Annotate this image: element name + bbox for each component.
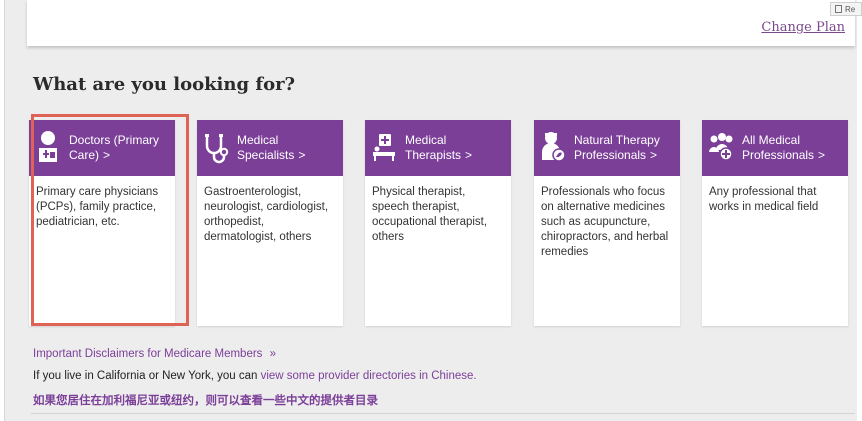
- card-title-line2: Specialists: [237, 148, 295, 162]
- section-heading: What are you looking for?: [33, 74, 296, 95]
- card-description: Professionals who focus on alternative m…: [541, 186, 669, 258]
- card-description: Physical therapist, speech therapist, oc…: [372, 186, 488, 243]
- chevron-right-icon: >: [650, 148, 658, 162]
- card-title-line1: Natural Therapy: [574, 133, 660, 147]
- card-title-line2: Care): [69, 148, 100, 162]
- california-new-york-notice: If you live in California or New York, y…: [33, 370, 477, 382]
- chevron-right-icon: >: [818, 148, 826, 162]
- card-title[interactable]: All Medical Professionals >: [742, 133, 842, 163]
- card-title-line1: All Medical: [742, 133, 801, 147]
- card-title-line1: Medical: [405, 133, 447, 147]
- chevron-right-icon: >: [298, 148, 306, 162]
- therapy-bed-icon: [373, 134, 395, 161]
- card-description: Any professional that works in medical f…: [709, 186, 819, 213]
- card-medical-therapists[interactable]: Medical Therapists > Physical therapist, …: [365, 120, 511, 326]
- card-title-line1: Doctors (Primary: [69, 133, 160, 147]
- plan-summary-card: Change Plan: [27, 0, 855, 46]
- card-title-line1: Medical: [237, 133, 279, 147]
- card-title[interactable]: Natural Therapy Professionals >: [574, 133, 674, 163]
- card-doctors-primary-care[interactable]: Doctors (Primary Care) > Primary care phy…: [29, 120, 175, 326]
- chevron-right-icon: >: [103, 148, 111, 162]
- chevron-right-icon: >: [465, 148, 473, 162]
- document-icon: [835, 5, 842, 13]
- page-frame: Change Plan What are you looking for? Do…: [4, 0, 857, 421]
- card-title[interactable]: Doctors (Primary Care) >: [69, 133, 169, 163]
- card-all-medical-professionals[interactable]: All Medical Professionals > Any professio…: [702, 120, 848, 326]
- card-title-line2: Therapists: [405, 148, 462, 162]
- all-professionals-icon: [709, 133, 733, 161]
- doctor-icon: [39, 131, 57, 162]
- card-title[interactable]: Medical Specialists >: [237, 133, 337, 163]
- notice-text: If you live in California or New York, y…: [33, 370, 261, 382]
- chinese-directories-link[interactable]: view some provider directories in Chines…: [261, 370, 477, 382]
- card-medical-specialists[interactable]: Medical Specialists > Gastroenterologist,…: [197, 120, 343, 326]
- important-disclaimers-link[interactable]: Important Disclaimers for Medicare Membe…: [33, 348, 276, 360]
- card-natural-therapy[interactable]: Natural Therapy Professionals > Professio…: [534, 120, 680, 326]
- card-description: Primary care physicians (PCPs), family p…: [36, 186, 159, 228]
- card-title-line2: Professionals: [742, 148, 815, 162]
- card-title-line2: Professionals: [574, 148, 647, 162]
- chinese-language-link[interactable]: 如果您居住在加利福尼亚或纽约，则可以查看一些中文的提供者目录: [33, 392, 378, 408]
- natural-therapist-icon: [542, 132, 566, 162]
- card-title[interactable]: Medical Therapists >: [405, 133, 505, 163]
- card-header[interactable]: All Medical Professionals >: [702, 120, 848, 176]
- card-header[interactable]: Natural Therapy Professionals >: [534, 120, 680, 176]
- stethoscope-icon: [205, 134, 229, 164]
- card-header[interactable]: Medical Specialists >: [197, 120, 343, 176]
- divider: [31, 413, 855, 414]
- reader-tab[interactable]: Re: [830, 2, 862, 16]
- double-chevron-right-icon: »: [269, 348, 277, 360]
- change-plan-link[interactable]: Change Plan: [761, 20, 845, 35]
- card-header[interactable]: Medical Therapists >: [365, 120, 511, 176]
- card-header[interactable]: Doctors (Primary Care) >: [29, 120, 175, 176]
- disclaimers-label: Important Disclaimers for Medicare Membe…: [33, 348, 263, 360]
- card-description: Gastroenterologist, neurologist, cardiol…: [204, 186, 329, 243]
- reader-tab-label: Re: [845, 4, 856, 14]
